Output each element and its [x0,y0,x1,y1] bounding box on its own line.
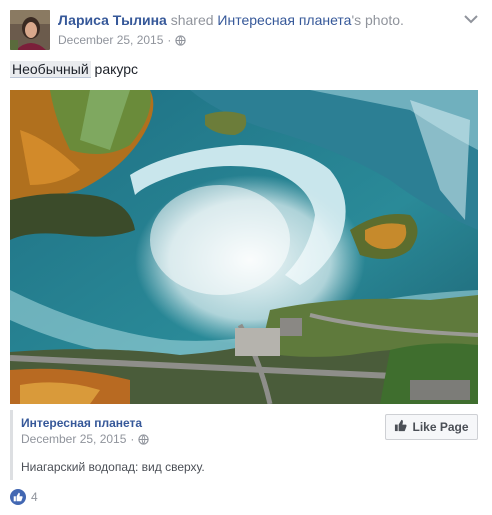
post-timestamp[interactable]: December 25, 2015 [58,33,163,47]
attachment-divider [10,410,13,480]
reaction-count[interactable]: 4 [31,490,38,504]
attachment-meta: December 25, 2015 · [21,432,150,446]
reaction-summary[interactable]: 4 [10,489,38,505]
post-message: Необычный ракурс [10,61,139,78]
shared-page-link[interactable]: Интересная планета [217,12,351,28]
attachment-description: Ниагарский водопад: вид сверху. [21,460,205,474]
author-name-link[interactable]: Лариса Тылина [58,12,167,28]
photo-link[interactable]: 's photo. [351,12,404,28]
author-avatar[interactable] [10,10,50,50]
like-page-button[interactable]: Like Page [385,414,478,440]
like-icon [10,489,26,505]
attachment-page-link[interactable]: Интересная планета [21,416,142,430]
highlighted-word: Необычный [10,61,91,78]
globe-icon[interactable] [175,34,187,46]
post-meta: December 25, 2015 · [58,33,187,47]
facebook-post: Лариса Тылина shared Интересная планета'… [0,0,492,515]
chevron-down-icon[interactable] [464,12,478,24]
post-header: Лариса Тылина shared Интересная планета'… [58,12,404,28]
meta-separator: · [167,33,172,47]
aerial-waterfall-photo[interactable] [10,90,478,404]
shared-label: shared [170,12,214,28]
attachment-timestamp[interactable]: December 25, 2015 [21,432,126,446]
globe-icon[interactable] [138,433,150,445]
like-page-label: Like Page [412,420,469,434]
shared-page-attachment: Интересная планета December 25, 2015 · Н… [10,404,478,482]
message-text: ракурс [90,61,139,77]
attachment-meta-separator: · [130,432,135,446]
thumbs-up-icon [394,419,408,435]
